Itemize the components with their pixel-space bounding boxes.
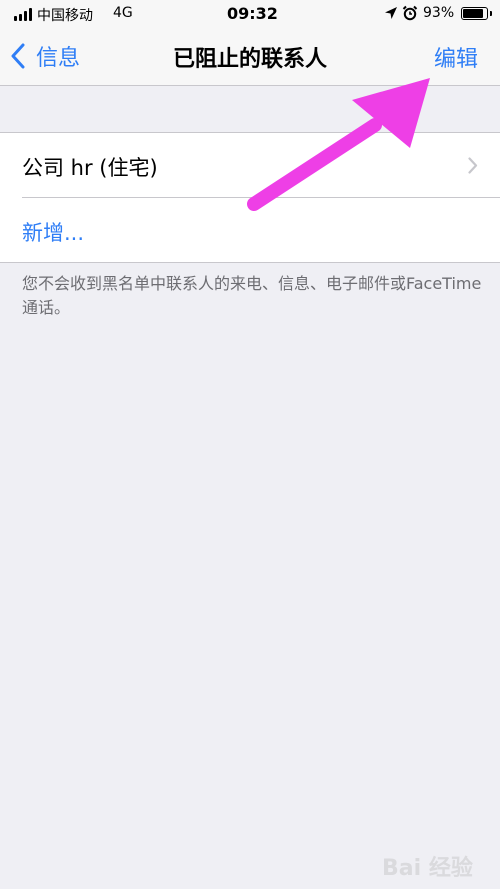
location-icon	[385, 7, 397, 19]
add-new-label: 新增...	[22, 221, 85, 245]
network-type: 4G	[113, 5, 133, 21]
contact-name: 公司 hr (住宅)	[22, 156, 158, 180]
edit-button[interactable]: 编辑	[434, 41, 478, 73]
watermark-text: Bai 经验	[382, 856, 473, 881]
battery-icon	[461, 7, 492, 20]
navigation-bar: 信息 已阻止的联系人 编辑	[0, 28, 500, 86]
page-title: 已阻止的联系人	[172, 47, 327, 72]
blocked-contacts-list: 公司 hr (住宅) 新增...	[0, 132, 500, 263]
alarm-icon	[402, 5, 418, 21]
battery-percent: 93%	[423, 5, 455, 21]
carrier-name: 中国移动	[37, 8, 93, 24]
chevron-right-icon	[468, 157, 478, 174]
add-new-button[interactable]: 新增...	[0, 198, 500, 263]
status-time: 09:32	[227, 4, 278, 23]
footer-note: 您不会收到黑名单中联系人的来电、信息、电子邮件或FaceTime通话。	[22, 274, 482, 317]
blocked-contact-row[interactable]: 公司 hr (住宅)	[0, 133, 500, 198]
signal-icon	[14, 8, 34, 21]
watermark: Bai 经验	[382, 838, 492, 882]
status-bar: 中国移动 4G 09:32 93%	[0, 0, 500, 28]
